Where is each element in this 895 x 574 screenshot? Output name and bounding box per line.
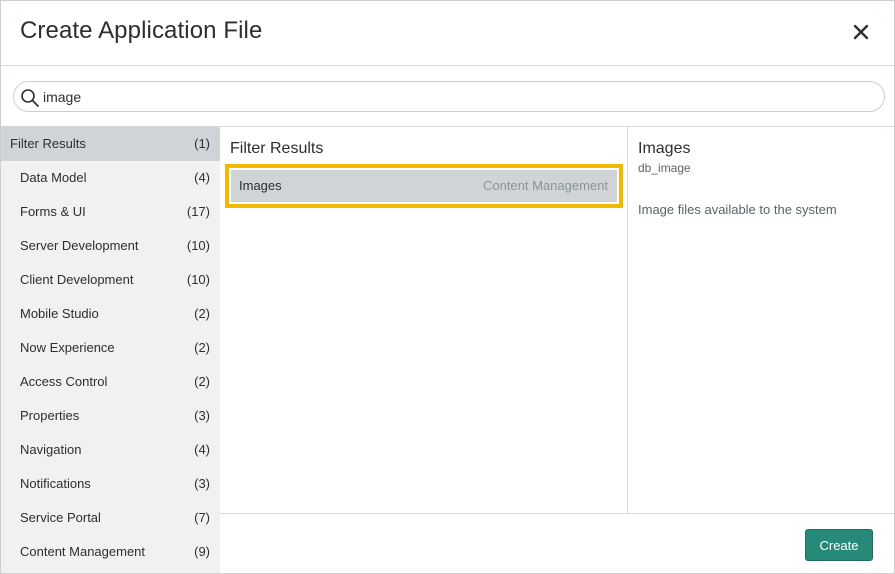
category-count: (2) [194, 306, 210, 321]
category-label: Content Management [20, 544, 146, 559]
category-label: Filter Results [10, 136, 86, 151]
category-count: (10) [186, 272, 210, 287]
category-count: (1) [194, 136, 210, 151]
category-count: (4) [194, 170, 210, 185]
detail-table-name: db_image [638, 161, 691, 175]
category-label: Navigation [20, 442, 82, 457]
category-forms-ui[interactable]: Forms & UI (17) [1, 195, 220, 229]
detail-panel: Images db_image Image files available to… [628, 127, 894, 513]
create-button[interactable]: Create [805, 529, 873, 561]
detail-description: Image files available to the system [638, 202, 837, 217]
category-count: (9) [194, 544, 210, 559]
category-navigation[interactable]: Navigation (4) [1, 433, 220, 467]
category-label: Client Development [20, 272, 134, 287]
search-input[interactable] [43, 86, 873, 108]
dialog-title: Create Application File [20, 17, 263, 44]
category-count: (2) [194, 340, 210, 355]
category-notifications[interactable]: Notifications (3) [1, 467, 220, 501]
category-label: Now Experience [20, 340, 115, 355]
category-count: (3) [194, 408, 210, 423]
close-button[interactable] [850, 21, 872, 43]
results-panel: Filter Results Images Content Management [220, 127, 628, 513]
category-label: Forms & UI [20, 204, 86, 219]
category-count: (4) [194, 442, 210, 457]
category-count: (2) [194, 374, 210, 389]
category-label: Access Control [20, 374, 108, 389]
result-item-body: Images Content Management [231, 170, 617, 202]
result-category: Content Management [482, 178, 608, 193]
close-icon [853, 24, 869, 40]
category-label: Properties [20, 408, 80, 423]
category-label: Mobile Studio [20, 306, 99, 321]
category-label: Service Portal [20, 510, 101, 525]
category-access-control[interactable]: Access Control (2) [1, 365, 220, 399]
category-content-management[interactable]: Content Management (9) [1, 535, 220, 569]
category-now-experience[interactable]: Now Experience (2) [1, 331, 220, 365]
category-filter-results[interactable]: Filter Results (1) [1, 127, 220, 161]
category-label: Notifications [20, 476, 91, 491]
results-title: Filter Results [230, 140, 324, 157]
category-count: (10) [186, 238, 210, 253]
detail-title: Images [638, 140, 691, 157]
result-name: Images [239, 178, 282, 193]
category-properties[interactable]: Properties (3) [1, 399, 220, 433]
result-item-images[interactable]: Images Content Management [225, 164, 623, 208]
create-application-file-dialog: Create Application File Filter Results (… [0, 0, 895, 574]
category-label: Data Model [20, 170, 87, 185]
category-count: (7) [194, 510, 210, 525]
search-bar [13, 81, 885, 112]
dialog-footer: Create [220, 513, 894, 573]
category-client-development[interactable]: Client Development (10) [1, 263, 220, 297]
category-mobile-studio[interactable]: Mobile Studio (2) [1, 297, 220, 331]
category-data-model[interactable]: Data Model (4) [1, 161, 220, 195]
category-count: (17) [186, 204, 210, 219]
dialog-header: Create Application File [1, 1, 894, 66]
category-server-development[interactable]: Server Development (10) [1, 229, 220, 263]
category-label: Server Development [20, 238, 139, 253]
category-sidebar: Filter Results (1) Data Model (4) Forms … [1, 127, 220, 573]
category-service-portal[interactable]: Service Portal (7) [1, 501, 220, 535]
search-icon [21, 89, 39, 107]
category-count: (3) [194, 476, 210, 491]
